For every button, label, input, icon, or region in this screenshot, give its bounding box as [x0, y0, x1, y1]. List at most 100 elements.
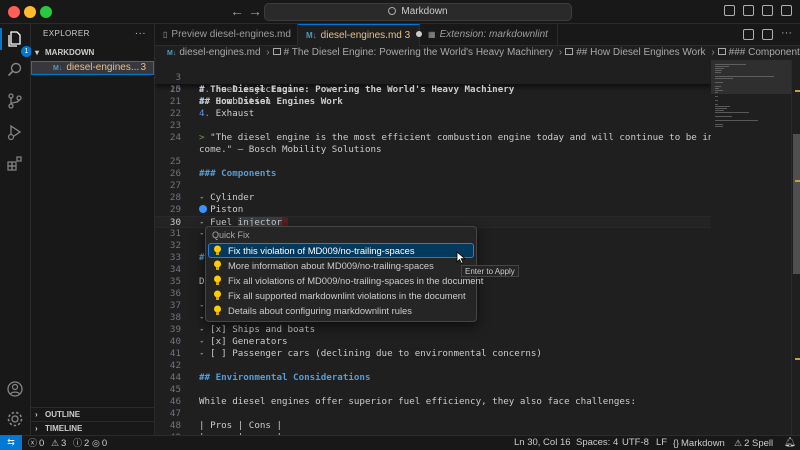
encoding[interactable]: UTF-8 — [622, 436, 649, 450]
line-text: - [x] Generators — [199, 336, 288, 348]
remote-indicator-icon[interactable]: ⇆ — [0, 435, 22, 450]
workspace-folder[interactable]: ▾ MARKDOWN — [31, 46, 154, 60]
sticky-line[interactable]: 15 ## How Diesel Engines Work — [155, 72, 711, 107]
text-run: [x] Generators — [204, 336, 288, 347]
line-text: - [x] Ships and boats — [199, 324, 315, 336]
info-count: 2 — [83, 438, 90, 449]
customize-layout-icon[interactable] — [781, 5, 792, 16]
run-debug-icon[interactable] — [6, 123, 24, 141]
breadcrumb-file[interactable]: diesel-engines.md — [179, 47, 260, 58]
code-line[interactable]: 39 - [x] Ships and boats — [155, 324, 711, 336]
command-center-search[interactable]: Markdown — [264, 3, 572, 21]
code-line[interactable]: 25 — [155, 156, 711, 168]
code-line[interactable]: 29- Piston — [155, 204, 711, 216]
code-line[interactable]: 47 — [155, 408, 711, 420]
code-line[interactable]: 41 - [ ] Passenger cars (declining due to… — [155, 348, 711, 360]
line-number: 15 — [169, 84, 181, 95]
code-line[interactable]: 22 4. Exhaust — [155, 108, 711, 120]
line-number: 42 — [169, 360, 181, 371]
sticky-line[interactable]: 3 # The Diesel Engine: Powering the Worl… — [155, 60, 711, 95]
code-line[interactable]: 27 — [155, 180, 711, 192]
split-editor-icon[interactable] — [762, 29, 773, 40]
close-window-button[interactable] — [8, 6, 20, 18]
outline-section[interactable]: › OUTLINE — [31, 407, 155, 421]
tab-diesel-engines[interactable]: M↓ diesel-engines.md 3 — [298, 24, 423, 46]
forward-arrow-icon[interactable]: → — [248, 3, 262, 19]
line-text: | Pros | Cons | — [199, 420, 282, 432]
indentation[interactable]: Spaces: 4 — [576, 436, 618, 450]
code-line[interactable]: 28 - Cylinder — [155, 192, 711, 204]
markdown-file-icon: M↓ — [306, 31, 317, 40]
timeline-section[interactable]: › TIMELINE — [31, 421, 155, 435]
code-line[interactable]: 45 — [155, 384, 711, 396]
line-number: 35 — [169, 276, 181, 287]
minimize-window-button[interactable] — [24, 6, 36, 18]
heading-text: # — [199, 252, 205, 263]
line-number: 44 — [169, 372, 181, 383]
explorer-icon[interactable]: 1 — [6, 30, 32, 57]
code-line[interactable]: 44 ## Environmental Considerations — [155, 372, 711, 384]
minimap[interactable] — [711, 60, 791, 435]
command-center-label: Markdown — [401, 6, 448, 17]
breadcrumb-item-h1[interactable]: # The Diesel Engine: Powering the World'… — [284, 47, 553, 58]
lightbulb-icon[interactable] — [199, 205, 207, 213]
toggle-secondary-sidebar-icon[interactable] — [762, 5, 773, 16]
chevron-right-icon: › — [35, 410, 38, 419]
scrollbar-thumb[interactable] — [793, 134, 800, 274]
maximize-window-button[interactable] — [40, 6, 52, 18]
problems-indicator[interactable]: ⓧ 0 ⚠ 3 ⓘ 2 — [28, 436, 89, 450]
end-of-line[interactable]: LF — [656, 436, 667, 450]
back-arrow-icon[interactable]: ← — [230, 3, 244, 19]
line-number: 40 — [169, 336, 181, 347]
spell-check-indicator[interactable]: ⚠ 2 Spell — [734, 436, 773, 450]
sticky-scroll[interactable]: 3 # The Diesel Engine: Powering the Worl… — [155, 60, 711, 107]
minimap-line — [715, 96, 718, 97]
breadcrumb-item-h2[interactable]: ## How Diesel Engines Work — [576, 47, 705, 58]
toggle-sidebar-icon[interactable] — [724, 5, 735, 16]
explorer-sidebar: EXPLORER ··· ▾ MARKDOWN M↓ diesel-engines.… — [31, 24, 155, 435]
timeline-label: TIMELINE — [45, 424, 83, 433]
toggle-panel-icon[interactable] — [743, 5, 754, 16]
quick-fix-item[interactable]: Fix all supported markdownlint violation… — [208, 288, 474, 303]
heading-symbol-icon — [565, 48, 574, 55]
ports-indicator[interactable]: ◎ 0 — [92, 436, 107, 450]
language-mode[interactable]: {} Markdown — [673, 436, 725, 450]
title-bar: ← → Markdown — [0, 0, 800, 24]
gear-icon[interactable] — [6, 410, 24, 428]
open-preview-icon[interactable] — [743, 29, 754, 40]
code-line[interactable]: 48 | Pros | Cons | — [155, 420, 711, 432]
warning-marker — [795, 358, 800, 360]
code-line[interactable]: 46 While diesel engines offer superior fu… — [155, 396, 711, 408]
code-line[interactable]: 40 - [x] Generators — [155, 336, 711, 348]
tab-label: diesel-engines.md — [320, 30, 402, 41]
cursor-position[interactable]: Ln 30, Col 16 — [514, 436, 571, 450]
quick-fix-item[interactable]: Fix all violations of MD009/no-trailing-… — [208, 273, 483, 288]
line-text: - — [199, 228, 205, 240]
vertical-scrollbar[interactable] — [791, 60, 800, 435]
account-icon[interactable] — [6, 380, 24, 398]
code-line[interactable]: come." – Bosch Mobility Solutions — [155, 144, 711, 156]
tab-preview[interactable]: ▯ Preview diesel-engines.md — [155, 24, 298, 46]
quick-fix-item[interactable]: More information about MD009/no-trailing… — [208, 258, 474, 273]
tab-extension[interactable]: ▦ Extension: markdownlint — [420, 24, 558, 46]
line-number: 25 — [169, 156, 181, 167]
source-control-icon[interactable] — [6, 92, 24, 110]
line-text: 4. Exhaust — [199, 108, 254, 120]
breadcrumb-item-h3[interactable]: ### Components — [729, 47, 800, 58]
line-text: > "The diesel engine is the most efficie… — [199, 132, 711, 144]
more-actions-icon[interactable]: ··· — [135, 24, 146, 44]
text-run: "The diesel engine is the most efficient… — [210, 132, 711, 143]
code-line[interactable]: 24 > "The diesel engine is the most effic… — [155, 132, 711, 144]
quick-fix-item[interactable]: Fix this violation of MD009/no-trailing-… — [208, 243, 474, 258]
code-line[interactable]: 23 — [155, 120, 711, 132]
notifications-bell-icon[interactable]: 🔔︎ — [784, 436, 796, 450]
more-actions-icon[interactable]: ··· — [781, 28, 792, 40]
line-number: 46 — [169, 396, 181, 407]
minimap-line — [715, 126, 723, 127]
extensions-icon[interactable] — [6, 154, 24, 172]
search-view-icon[interactable] — [6, 61, 24, 79]
quick-fix-item[interactable]: Details about configuring markdownlint r… — [208, 303, 474, 318]
code-line[interactable]: 26 ### Components — [155, 168, 711, 180]
code-line[interactable]: 42 — [155, 360, 711, 372]
file-item-diesel-engines[interactable]: M↓ diesel-engines... 3 — [31, 61, 154, 75]
